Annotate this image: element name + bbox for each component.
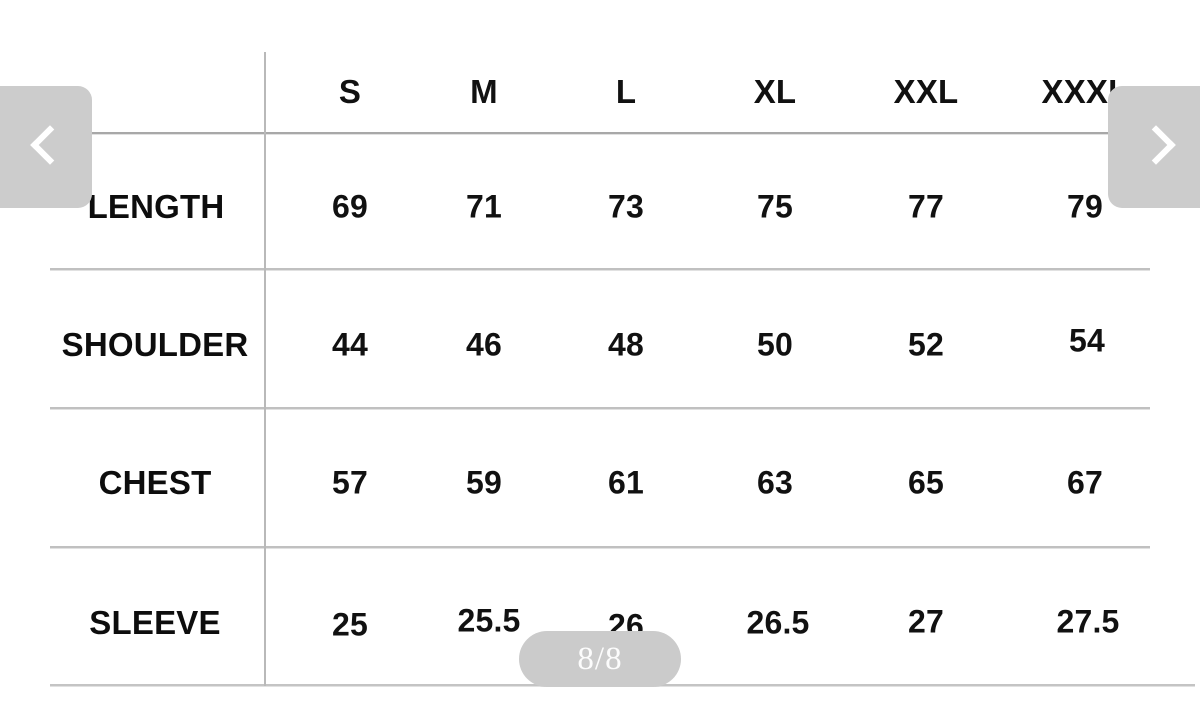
page-indicator-badge: 8/8 bbox=[519, 631, 681, 687]
cell-chest-m: 59 bbox=[466, 464, 502, 501]
cell-length-xl: 75 bbox=[757, 188, 793, 225]
row-label-chest: CHEST bbox=[98, 464, 212, 501]
column-header-l: L bbox=[615, 73, 637, 110]
cell-shoulder-s: 44 bbox=[332, 326, 368, 363]
cell-shoulder-m: 46 bbox=[466, 326, 502, 363]
column-header-s: S bbox=[338, 73, 362, 110]
cell-sleeve-xl: 26.5 bbox=[746, 604, 810, 641]
column-header-m: M bbox=[470, 73, 498, 110]
column-header-xl: XL bbox=[753, 73, 797, 110]
label-column-divider-line bbox=[264, 52, 266, 686]
cell-sleeve-m: 25.5 bbox=[457, 602, 521, 639]
cell-shoulder-xxl: 52 bbox=[908, 326, 944, 363]
page-indicator-label: 8/8 bbox=[577, 640, 623, 677]
chevron-left-icon bbox=[32, 124, 58, 170]
cell-length-m: 71 bbox=[466, 188, 502, 225]
cell-chest-s: 57 bbox=[332, 464, 368, 501]
row-label-length: LENGTH bbox=[87, 188, 225, 225]
cell-shoulder-xxxl: 54 bbox=[1069, 322, 1105, 359]
cell-length-xxxl: 79 bbox=[1067, 188, 1103, 225]
row-separator-line-3 bbox=[50, 546, 1150, 548]
next-image-button[interactable] bbox=[1108, 86, 1200, 208]
row-label-shoulder: SHOULDER bbox=[61, 326, 249, 363]
cell-shoulder-xl: 50 bbox=[757, 326, 793, 363]
header-separator-line bbox=[46, 132, 1200, 134]
cell-length-xxl: 77 bbox=[908, 188, 944, 225]
cell-chest-xxxl: 67 bbox=[1067, 464, 1103, 501]
cell-sleeve-xxl: 27 bbox=[908, 603, 944, 640]
cell-length-l: 73 bbox=[608, 188, 644, 225]
row-label-sleeve: SLEEVE bbox=[89, 604, 221, 641]
cell-length-s: 69 bbox=[332, 188, 368, 225]
chevron-right-icon bbox=[1142, 124, 1168, 170]
row-separator-line-2 bbox=[50, 407, 1150, 409]
size-chart-image-viewer: S M L XL XXL XXXL LENGTH 69 71 73 75 77 … bbox=[0, 0, 1200, 708]
cell-chest-xxl: 65 bbox=[908, 464, 944, 501]
cell-shoulder-l: 48 bbox=[608, 326, 644, 363]
previous-image-button[interactable] bbox=[0, 86, 92, 208]
cell-sleeve-s: 25 bbox=[332, 606, 368, 643]
cell-chest-xl: 63 bbox=[757, 464, 793, 501]
row-separator-line-1 bbox=[50, 268, 1150, 270]
cell-chest-l: 61 bbox=[608, 464, 644, 501]
column-header-xxl: XXL bbox=[893, 73, 959, 110]
cell-sleeve-xxxl: 27.5 bbox=[1056, 603, 1120, 640]
